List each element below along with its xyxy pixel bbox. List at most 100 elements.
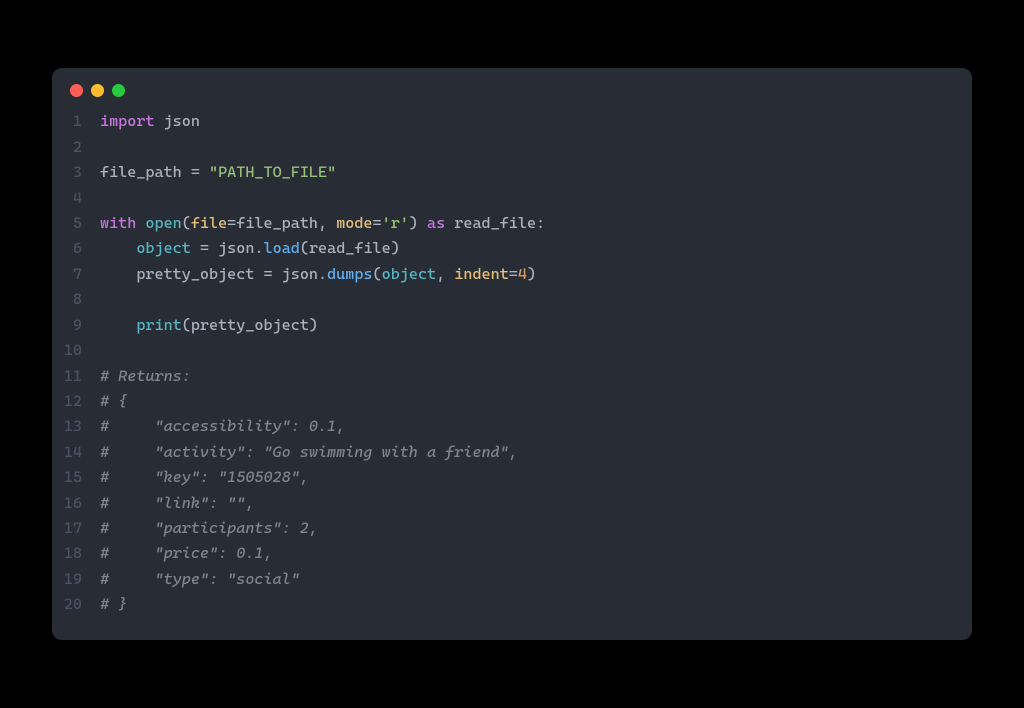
line-number: 15 bbox=[52, 465, 100, 490]
token-plain: read_file bbox=[309, 239, 391, 257]
token-string: 'r' bbox=[382, 214, 409, 232]
line-content[interactable]: # "activity": "Go swimming with a friend… bbox=[100, 440, 518, 465]
code-line[interactable]: 11# Returns: bbox=[52, 364, 972, 389]
line-content[interactable] bbox=[100, 287, 109, 312]
token-string: "PATH_TO_FILE" bbox=[209, 163, 336, 181]
line-content[interactable]: # "participants": 2, bbox=[100, 516, 318, 541]
line-content[interactable]: # "link": "", bbox=[100, 491, 254, 516]
token-op: = bbox=[263, 265, 272, 283]
line-number: 18 bbox=[52, 541, 100, 566]
line-content[interactable]: # } bbox=[100, 592, 127, 617]
code-line[interactable]: 2 bbox=[52, 135, 972, 160]
line-number: 9 bbox=[52, 313, 100, 338]
token-comment: # "link": "", bbox=[100, 494, 254, 512]
token-plain bbox=[200, 163, 209, 181]
code-line[interactable]: 10 bbox=[52, 338, 972, 363]
line-number: 10 bbox=[52, 338, 100, 363]
editor-window: 1import json2 3file_path = "PATH_TO_FILE… bbox=[52, 68, 972, 639]
token-dot: . bbox=[254, 239, 263, 257]
token-plain bbox=[155, 112, 164, 130]
line-content[interactable]: import json bbox=[100, 109, 200, 134]
token-paren: ) bbox=[409, 214, 418, 232]
line-number: 14 bbox=[52, 440, 100, 465]
minimize-icon[interactable] bbox=[91, 84, 104, 97]
code-line[interactable]: 5with open(file=file_path, mode='r') as … bbox=[52, 211, 972, 236]
line-content[interactable]: # "price": 0.1, bbox=[100, 541, 273, 566]
line-content[interactable]: file_path = "PATH_TO_FILE" bbox=[100, 160, 336, 185]
token-op: = bbox=[191, 163, 200, 181]
line-number: 12 bbox=[52, 389, 100, 414]
token-builtin: object bbox=[382, 265, 437, 283]
token-plain: pretty_object bbox=[191, 316, 309, 334]
line-content[interactable]: # "type": "social" bbox=[100, 567, 300, 592]
line-number: 11 bbox=[52, 364, 100, 389]
token-keyword: with bbox=[100, 214, 136, 232]
token-paren: ) bbox=[527, 265, 536, 283]
token-plain: file_path bbox=[100, 163, 191, 181]
window-titlebar bbox=[52, 68, 972, 105]
close-icon[interactable] bbox=[70, 84, 83, 97]
line-number: 3 bbox=[52, 160, 100, 185]
code-editor[interactable]: 1import json2 3file_path = "PATH_TO_FILE… bbox=[52, 105, 972, 639]
line-content[interactable]: object = json.load(read_file) bbox=[100, 236, 400, 261]
token-comment: # } bbox=[100, 595, 127, 613]
line-content[interactable]: # "accessibility": 0.1, bbox=[100, 414, 345, 439]
code-line[interactable]: 9 print(pretty_object) bbox=[52, 313, 972, 338]
line-number: 8 bbox=[52, 287, 100, 312]
line-number: 19 bbox=[52, 567, 100, 592]
token-plain: , bbox=[436, 265, 454, 283]
line-content[interactable]: pretty_object = json.dumps(object, inden… bbox=[100, 262, 536, 287]
token-comment: # "price": 0.1, bbox=[100, 544, 273, 562]
code-line[interactable]: 3file_path = "PATH_TO_FILE" bbox=[52, 160, 972, 185]
line-content[interactable] bbox=[100, 135, 109, 160]
line-number: 2 bbox=[52, 135, 100, 160]
token-builtin: print bbox=[136, 316, 181, 334]
code-line[interactable]: 1import json bbox=[52, 109, 972, 134]
code-line[interactable]: 12# { bbox=[52, 389, 972, 414]
token-paren: ( bbox=[373, 265, 382, 283]
token-param: mode bbox=[336, 214, 372, 232]
line-number: 5 bbox=[52, 211, 100, 236]
line-content[interactable]: # Returns: bbox=[100, 364, 191, 389]
token-comment: # "accessibility": 0.1, bbox=[100, 417, 345, 435]
zoom-icon[interactable] bbox=[112, 84, 125, 97]
token-plain: json bbox=[209, 239, 254, 257]
code-line[interactable]: 19# "type": "social" bbox=[52, 567, 972, 592]
code-line[interactable]: 4 bbox=[52, 186, 972, 211]
code-line[interactable]: 6 object = json.load(read_file) bbox=[52, 236, 972, 261]
token-keyword: as bbox=[427, 214, 445, 232]
code-line[interactable]: 13# "accessibility": 0.1, bbox=[52, 414, 972, 439]
line-content[interactable]: # { bbox=[100, 389, 127, 414]
line-number: 16 bbox=[52, 491, 100, 516]
line-content[interactable]: with open(file=file_path, mode='r') as r… bbox=[100, 211, 545, 236]
line-content[interactable]: # "key": "1505028", bbox=[100, 465, 309, 490]
token-number: 4 bbox=[518, 265, 527, 283]
code-line[interactable]: 15# "key": "1505028", bbox=[52, 465, 972, 490]
line-content[interactable]: print(pretty_object) bbox=[100, 313, 318, 338]
token-builtin: object bbox=[136, 239, 191, 257]
token-plain bbox=[100, 239, 136, 257]
token-op: = bbox=[227, 214, 236, 232]
token-op: = bbox=[373, 214, 382, 232]
code-line[interactable]: 16# "link": "", bbox=[52, 491, 972, 516]
code-line[interactable]: 7 pretty_object = json.dumps(object, ind… bbox=[52, 262, 972, 287]
code-line[interactable]: 14# "activity": "Go swimming with a frie… bbox=[52, 440, 972, 465]
token-comment: # "activity": "Go swimming with a friend… bbox=[100, 443, 518, 461]
line-content[interactable] bbox=[100, 186, 109, 211]
line-number: 20 bbox=[52, 592, 100, 617]
token-paren: ) bbox=[309, 316, 318, 334]
code-line[interactable]: 17# "participants": 2, bbox=[52, 516, 972, 541]
token-paren: ( bbox=[300, 239, 309, 257]
token-dot: . bbox=[318, 265, 327, 283]
line-number: 4 bbox=[52, 186, 100, 211]
line-number: 1 bbox=[52, 109, 100, 134]
token-plain bbox=[100, 316, 136, 334]
code-line[interactable]: 8 bbox=[52, 287, 972, 312]
token-plain: read_file: bbox=[445, 214, 545, 232]
code-line[interactable]: 18# "price": 0.1, bbox=[52, 541, 972, 566]
code-line[interactable]: 20# } bbox=[52, 592, 972, 617]
token-comment: # { bbox=[100, 392, 127, 410]
token-plain: , bbox=[318, 214, 336, 232]
line-content[interactable] bbox=[100, 338, 109, 363]
token-paren: ( bbox=[182, 214, 191, 232]
